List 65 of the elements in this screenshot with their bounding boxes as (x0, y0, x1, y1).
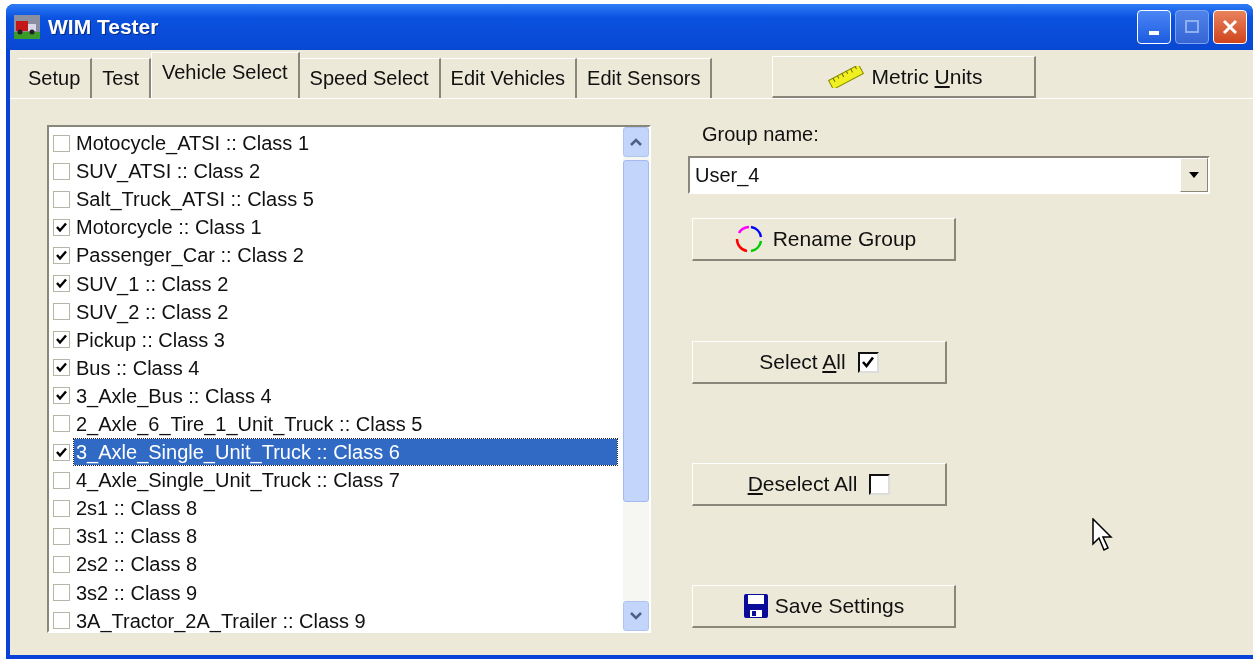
close-icon (1221, 18, 1239, 36)
checkbox[interactable] (53, 275, 70, 292)
truck-icon (14, 15, 40, 39)
checkbox[interactable] (53, 387, 70, 405)
minimize-button[interactable] (1137, 10, 1171, 44)
list-item[interactable]: SUV_1 :: Class 2 (74, 270, 231, 297)
list-item[interactable]: 2_Axle_6_Tire_1_Unit_Truck :: Class 5 (74, 411, 425, 437)
maximize-button[interactable] (1175, 10, 1209, 44)
metric-units-button[interactable]: Metric Units (772, 56, 1037, 98)
dropdown-arrow-icon (1189, 172, 1199, 178)
checkbox[interactable] (53, 331, 70, 349)
list-item[interactable]: 2s2 :: Class 8 (74, 551, 200, 578)
checkbox[interactable] (53, 527, 70, 545)
scroll-thumb[interactable] (623, 160, 649, 502)
chevron-down-icon (629, 611, 643, 621)
checkbox[interactable] (53, 190, 70, 208)
checkbox[interactable] (53, 415, 70, 433)
checkbox[interactable] (53, 584, 70, 602)
deselect-all-button[interactable]: Deselect All (692, 463, 947, 506)
list-item[interactable]: Salt_Truck_ATSI :: Class 5 (74, 186, 316, 213)
save-settings-button[interactable]: Save Settings (692, 585, 956, 628)
close-button[interactable] (1213, 10, 1247, 44)
group-name-dropdown[interactable]: User_4 (688, 156, 1210, 194)
list-item[interactable]: 2s1 :: Class 8 (74, 495, 200, 522)
scroll-down-button[interactable] (623, 601, 649, 631)
select-all-button[interactable]: Select All (692, 341, 947, 384)
checkbox[interactable] (53, 246, 70, 264)
tab[interactable]: Test (92, 58, 151, 98)
list-item[interactable]: 3s1 :: Class 8 (74, 523, 200, 550)
list-item[interactable]: Bus :: Class 4 (74, 354, 202, 381)
list-item[interactable]: 3_Axle_Bus :: Class 4 (74, 382, 274, 409)
checkbox[interactable] (53, 218, 70, 236)
tab[interactable]: Edit Vehicles (440, 58, 578, 98)
group-name-label: Group name: (702, 123, 819, 146)
mouse-pointer-icon (1092, 518, 1114, 552)
list-item[interactable]: 3s2 :: Class 9 (74, 579, 200, 606)
rename-group-button[interactable]: Rename Group (692, 218, 956, 261)
list-item[interactable]: SUV_2 :: Class 2 (74, 298, 231, 325)
checkbox[interactable] (53, 359, 70, 377)
checkbox[interactable] (53, 612, 70, 630)
checkbox[interactable] (53, 471, 70, 489)
scroll-up-button[interactable] (623, 127, 649, 157)
checkbox[interactable] (53, 134, 70, 152)
maximize-icon (1184, 19, 1200, 35)
list-item[interactable]: SUV_ATSI :: Class 2 (74, 158, 263, 185)
list-item[interactable]: 3A_Tractor_2A_Trailer :: Class 9 (74, 607, 368, 634)
list-item[interactable]: 4_Axle_Single_Unit_Truck :: Class 7 (74, 467, 402, 494)
checkbox[interactable] (53, 303, 70, 321)
checkbox[interactable] (53, 555, 70, 573)
list-item[interactable]: Passenger_Car :: Class 2 (74, 242, 306, 269)
list-item[interactable]: 3_Axle_Single_Unit_Truck :: Class 6 (74, 439, 617, 466)
checkbox[interactable] (53, 443, 70, 461)
chevron-up-icon (629, 137, 643, 147)
checkbox[interactable] (53, 499, 70, 517)
list-item[interactable]: Pickup :: Class 3 (74, 326, 227, 353)
tab[interactable]: Vehicle Select (150, 52, 300, 98)
tab[interactable]: Setup (18, 58, 93, 98)
scrollbar[interactable] (623, 127, 649, 631)
window-title: WIM Tester (48, 15, 159, 39)
list-item[interactable]: Motorcycle :: Class 1 (74, 214, 264, 241)
tab[interactable]: Edit Sensors (577, 58, 713, 98)
list-item[interactable]: Motocycle_ATSI :: Class 1 (74, 130, 312, 157)
tab[interactable]: Speed Select (299, 58, 441, 98)
minimize-icon (1149, 31, 1159, 35)
checkbox[interactable] (53, 162, 70, 180)
